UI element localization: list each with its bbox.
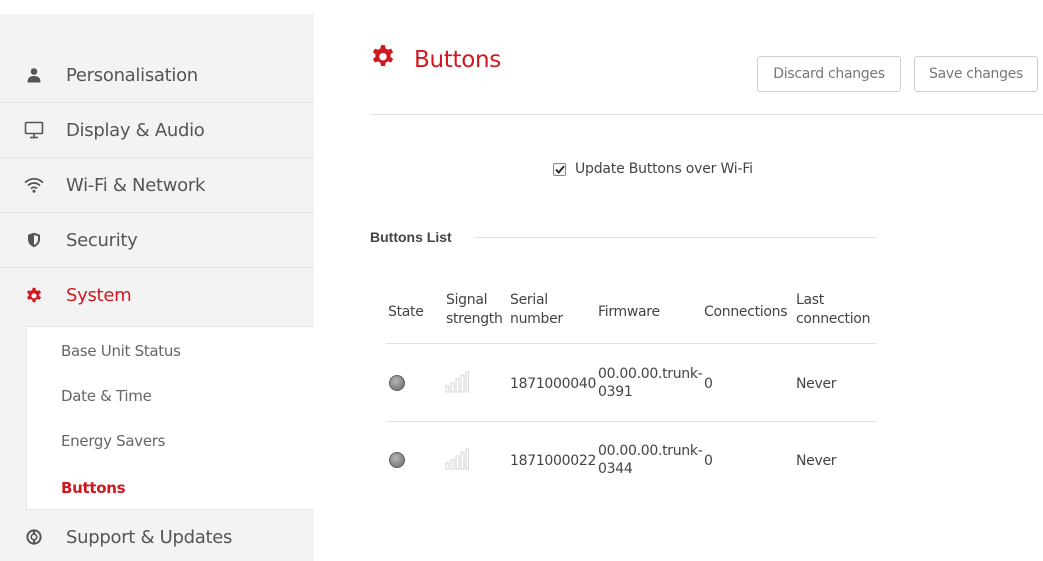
column-header-signal-line2: strength: [446, 311, 503, 327]
firmware-version-line1: 00.00.00.trunk-: [598, 443, 703, 459]
serial-number: 1871000040: [510, 376, 597, 392]
update-over-wifi-checkbox[interactable]: [553, 162, 566, 176]
lifebuoy-icon: [24, 527, 44, 547]
buttons-list-divider: [474, 237, 876, 238]
signal-strength-icon: [445, 371, 469, 393]
column-header-firmware: Firmware: [598, 304, 660, 320]
sidebar-item-personalisation[interactable]: Personalisation: [0, 48, 314, 103]
sidebar-item-wifi-network[interactable]: Wi-Fi & Network: [0, 158, 314, 213]
subnav-item-energy-savers[interactable]: Energy Savers: [61, 432, 165, 450]
sidebar-item-label: Display & Audio: [66, 119, 205, 141]
firmware-version-line2: 0391: [598, 384, 633, 400]
column-header-state: State: [388, 304, 424, 320]
column-header-last-line2: connection: [796, 311, 871, 327]
header-divider: [370, 114, 1043, 115]
firmware-version-line1: 00.00.00.trunk-: [598, 366, 703, 382]
buttons-list-title: Buttons List: [370, 229, 452, 245]
subnav-item-base-unit-status[interactable]: Base Unit Status: [61, 342, 181, 360]
column-header-connections: Connections: [704, 304, 788, 320]
gear-icon: [24, 286, 44, 306]
firmware-version-line2: 0344: [598, 461, 633, 477]
state-indicator-icon: [389, 452, 405, 468]
sidebar-item-label: Security: [66, 229, 138, 251]
sidebar-item-security[interactable]: Security: [0, 213, 314, 268]
monitor-icon: [24, 120, 44, 140]
sidebar-item-support-updates[interactable]: Support & Updates: [0, 511, 314, 561]
last-connection: Never: [796, 453, 837, 469]
subnav-item-date-time[interactable]: Date & Time: [61, 387, 152, 405]
column-header-serial-line2: number: [510, 311, 563, 327]
column-header-serial-line1: Serial: [510, 292, 548, 308]
column-header-signal-line1: Signal: [446, 292, 488, 308]
page-title: Buttons: [414, 46, 501, 73]
update-over-wifi-toggle[interactable]: Update Buttons over Wi-Fi: [553, 161, 753, 177]
sidebar-item-label: System: [66, 285, 132, 306]
page-header: Buttons: [370, 44, 501, 75]
table-header-divider: [386, 343, 876, 344]
state-indicator-icon: [389, 375, 405, 391]
last-connection: Never: [796, 376, 837, 392]
person-icon: [24, 65, 44, 85]
sidebar-item-label: Personalisation: [66, 64, 198, 86]
discard-changes-button[interactable]: Discard changes: [757, 56, 901, 92]
sidebar-item-label: Support & Updates: [66, 526, 233, 548]
connections-count: 0: [704, 376, 713, 392]
wifi-icon: [24, 175, 44, 195]
signal-strength-icon: [445, 448, 469, 470]
update-over-wifi-label: Update Buttons over Wi-Fi: [575, 161, 753, 177]
shield-icon: [24, 230, 44, 250]
sidebar-item-system[interactable]: System: [0, 268, 314, 323]
gear-icon: [370, 44, 396, 75]
sidebar-item-display-audio[interactable]: Display & Audio: [0, 103, 314, 158]
checkmark-icon: [554, 165, 565, 174]
subnav-item-buttons[interactable]: Buttons: [61, 479, 126, 497]
connections-count: 0: [704, 453, 713, 469]
column-header-last-line1: Last: [796, 292, 824, 308]
table-row-divider: [386, 421, 876, 422]
sidebar-item-label: Wi-Fi & Network: [66, 174, 206, 196]
save-changes-button[interactable]: Save changes: [914, 56, 1038, 92]
serial-number: 1871000022: [510, 453, 597, 469]
